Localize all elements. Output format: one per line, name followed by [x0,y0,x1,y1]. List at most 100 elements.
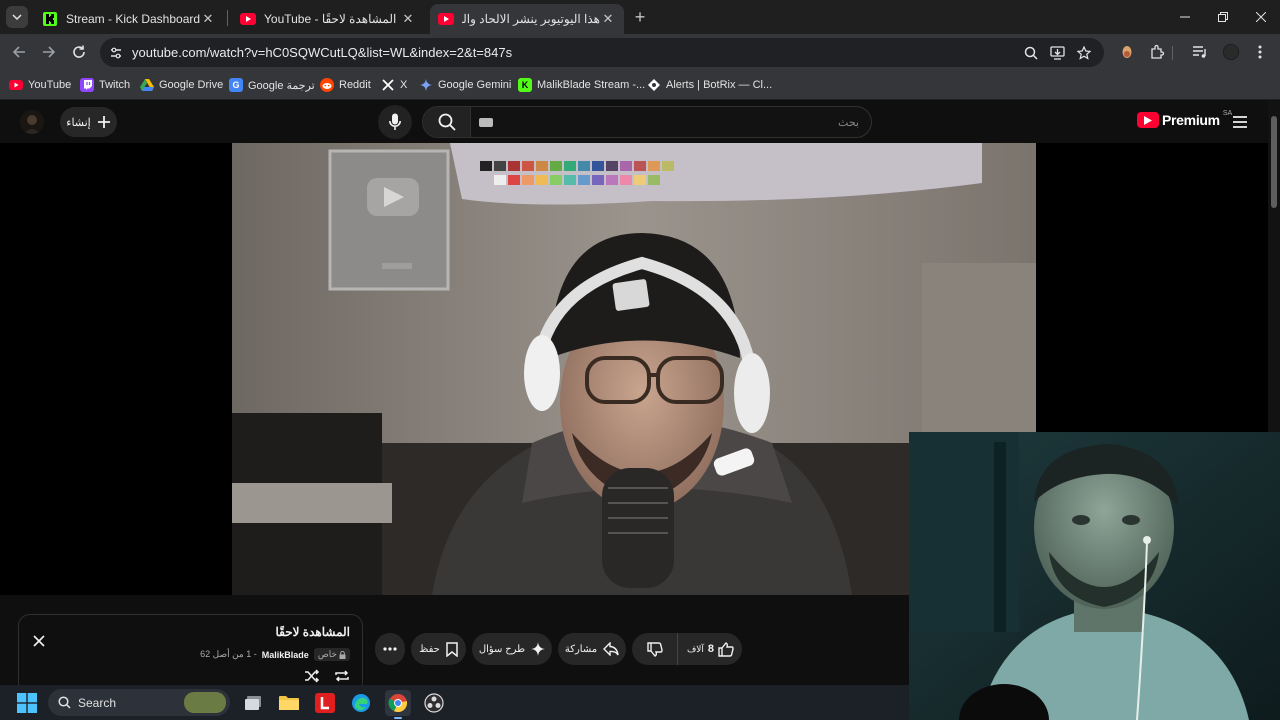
close-tab-icon[interactable]: ✕ [200,11,216,27]
taskbar-search[interactable]: Search [48,689,230,716]
chrome-button[interactable] [385,690,411,716]
media-controls-icon[interactable] [1190,42,1210,62]
ask-question-button[interactable]: طرح سؤال [472,633,552,665]
x-icon [381,78,395,92]
close-tab-icon[interactable]: ✕ [400,11,416,27]
app-l-icon [315,693,335,713]
extensions-icon[interactable] [1147,42,1167,62]
file-explorer-button[interactable] [276,690,302,716]
close-tab-icon[interactable]: ✕ [600,11,616,27]
close-playlist-button[interactable] [31,633,47,649]
new-tab-button[interactable]: + [630,7,650,27]
guide-menu-button[interactable] [1230,113,1250,131]
bookmark-google-drive[interactable]: Google Drive [140,76,223,94]
app-l-button[interactable] [312,690,338,716]
tab-youtube-video[interactable]: هذا اليوتيوبر ينشر الالحاد والشذوذ ✕ [430,4,624,34]
taskbar-search-label: Search [78,696,117,710]
obs-icon [424,693,444,713]
hamburger-menu-icon [1233,116,1247,128]
bookmark-label: Google Drive [159,79,224,91]
plus-icon [97,116,110,128]
account-avatar[interactable] [20,110,44,134]
search-highlight-icon [184,692,226,713]
tab-youtube-watch-later[interactable]: YouTube - المشاهدة لاحقًا ✕ [232,4,424,34]
twitch-icon [80,78,94,92]
like-button[interactable]: آلاف 8 [679,633,742,665]
save-button[interactable]: حفظ [411,633,466,665]
share-button[interactable]: مشاركة [558,633,626,665]
voice-search-button[interactable] [378,105,412,139]
scrollbar-thumb[interactable] [1271,116,1277,208]
close-window-button[interactable] [1242,0,1280,34]
thumbs-up-icon [718,641,734,657]
bookmark-malikblade-stream[interactable]: K MalikBlade Stream -... [518,76,645,94]
youtube-premium-logo[interactable]: Premium SA [1137,110,1232,128]
edge-button[interactable] [348,690,374,716]
google-translate-icon: G [229,78,243,92]
bookmark-label: MalikBlade Stream -... [537,79,646,91]
bookmark-botrix-alerts[interactable]: Alerts | BotRix — Cl... [647,76,772,94]
minimize-window-button[interactable] [1166,0,1204,34]
playlist-position: - 1 من أصل 62 [200,649,257,659]
keyboard-icon[interactable] [479,118,493,127]
search-button[interactable] [423,107,471,137]
playlist-owner[interactable]: MalikBlade [262,650,309,660]
browser-tab-strip: Stream - Kick Dashboard ✕ YouTube - المش… [0,0,1280,34]
search-placeholder: بحث [838,117,859,129]
address-bar[interactable]: youtube.com/watch?v=hC0SQWCutLQ&list=WL&… [100,38,1104,67]
bookmark-reddit[interactable]: Reddit [320,76,371,94]
install-app-icon[interactable] [1048,44,1066,62]
windows-logo-icon [17,693,37,713]
site-info-icon[interactable] [108,45,124,61]
dislike-button[interactable] [632,633,678,665]
more-horizontal-icon [383,647,397,651]
folder-icon [279,696,299,710]
create-button[interactable]: إنشاء [60,107,117,137]
gemini-icon [419,78,433,92]
back-button[interactable] [7,40,31,64]
reddit-icon [320,78,334,92]
tab-separator [227,10,228,26]
restore-window-button[interactable] [1204,0,1242,34]
share-label: مشاركة [564,643,598,655]
shuffle-button[interactable] [303,667,321,685]
bookmark-twitch[interactable]: Twitch [80,76,130,94]
profile-avatar-icon[interactable] [1221,42,1241,62]
obs-button[interactable] [421,690,447,716]
sparkle-icon [531,642,546,656]
loop-icon [335,670,349,682]
start-button[interactable] [14,690,40,716]
bookmark-google-translate[interactable]: G Google ترجمة [229,76,315,94]
bookmark-x[interactable]: X [381,76,407,94]
loop-button[interactable] [333,667,351,685]
tab-kick-dashboard[interactable]: Stream - Kick Dashboard ✕ [34,4,224,34]
bookmark-google-gemini[interactable]: Google Gemini [419,76,511,94]
minimize-icon [1180,16,1190,18]
google-drive-icon [140,78,154,92]
chevron-down-icon [12,14,22,21]
more-actions-button[interactable] [375,633,405,665]
task-view-button[interactable] [240,690,266,716]
bookmark-youtube[interactable]: YouTube [9,76,71,94]
logo-text: Premium [1162,112,1220,128]
zoom-search-icon[interactable] [1022,44,1040,62]
like-dislike-group: آلاف 8 [632,633,742,665]
youtube-masthead: إنشاء بحث Premium SA [0,101,1268,143]
bookmark-label: YouTube [28,79,72,91]
search-input[interactable]: بحث [422,106,872,138]
bookmarks-bar: YouTube Twitch Google Drive G Google ترج… [0,70,1280,100]
playlist-panel: المشاهدة لاحقًا خاص MalikBlade - 1 من أص… [18,614,363,694]
arrow-right-icon [43,46,56,58]
youtube-icon [9,78,23,92]
chrome-menu-icon[interactable] [1250,42,1270,62]
bookmark-star-icon[interactable] [1075,44,1093,62]
extension-avatar-icon[interactable] [1117,42,1137,62]
task-view-icon [245,696,261,710]
tab-title: هذا اليوتيوبر ينشر الالحاد والشذوذ [462,12,600,26]
lock-icon [339,650,346,659]
playlist-title[interactable]: المشاهدة لاحقًا [275,625,350,639]
reload-button[interactable] [67,40,91,64]
toolbar-divider [1172,46,1173,60]
forward-button[interactable] [37,40,61,64]
tab-search-button[interactable] [6,6,28,28]
